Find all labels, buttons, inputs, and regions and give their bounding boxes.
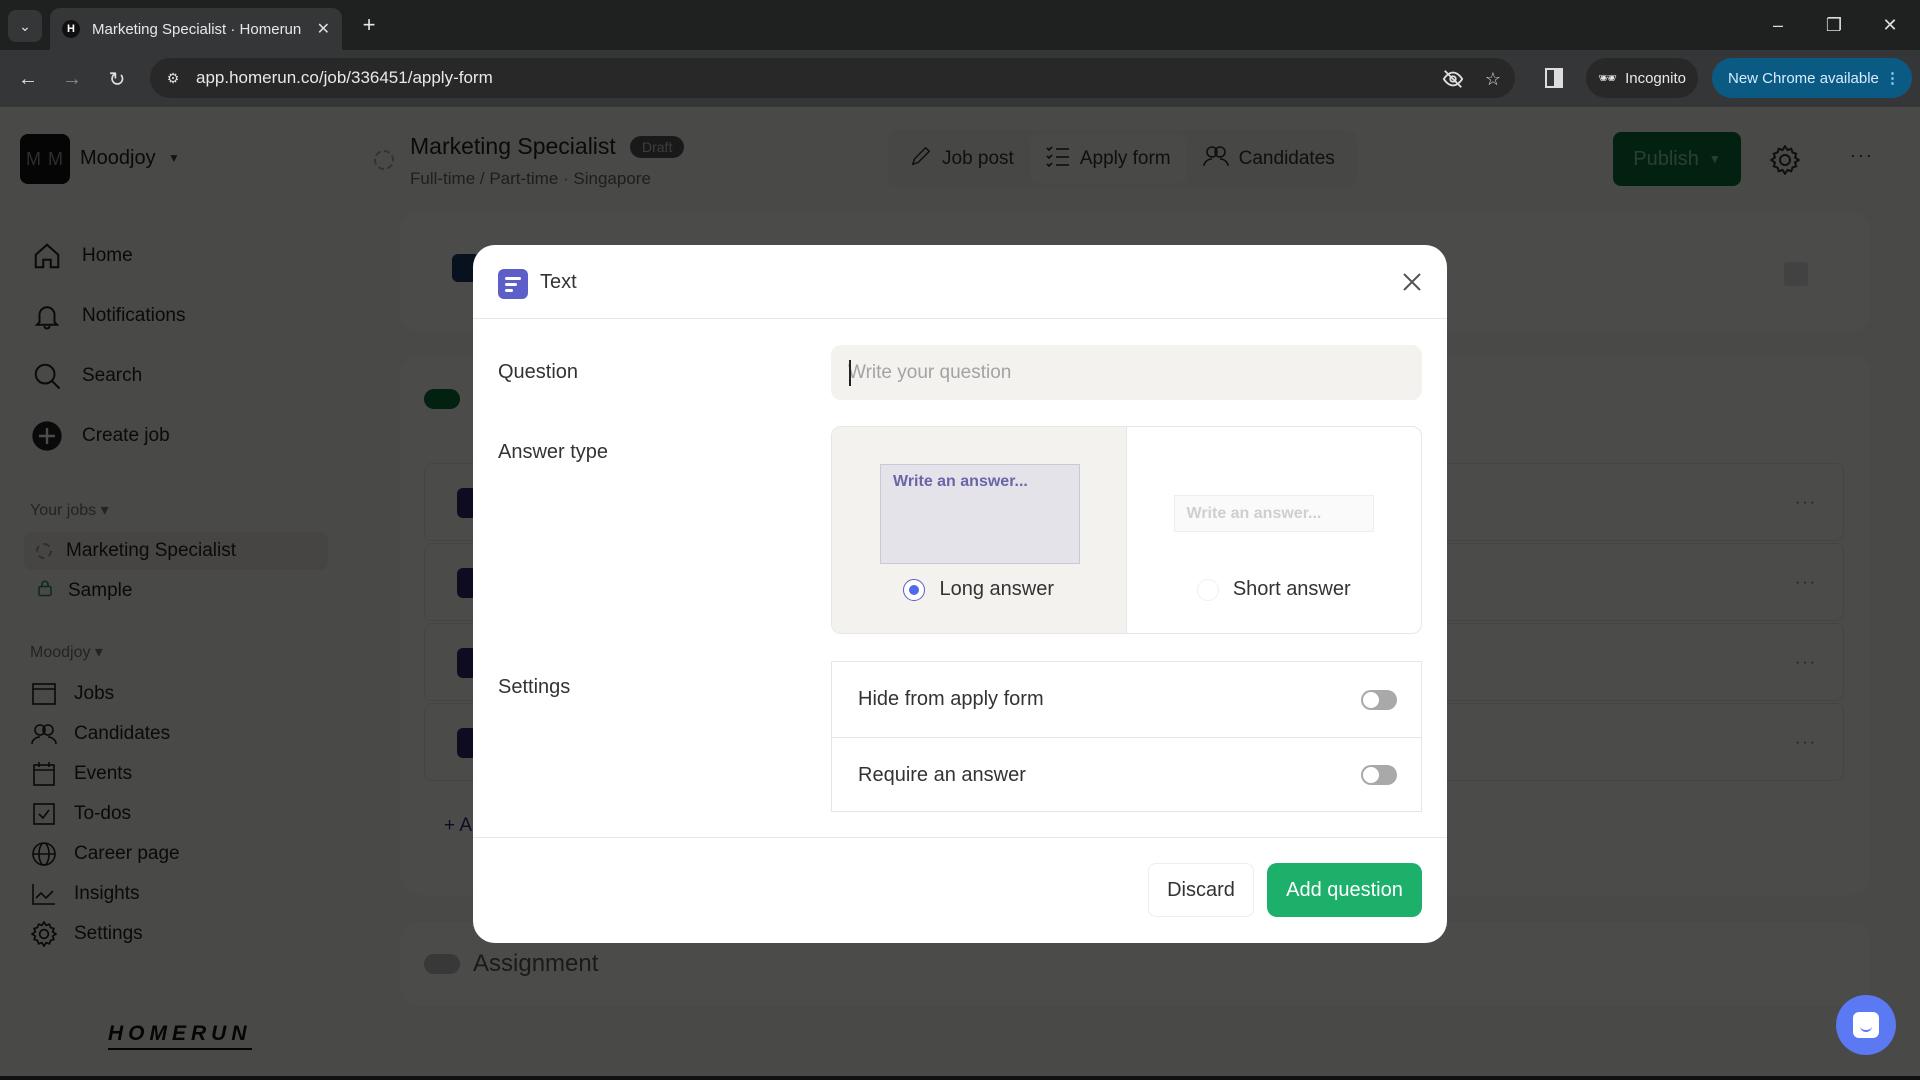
eye-off-icon[interactable]: [1440, 66, 1466, 92]
site-info-icon[interactable]: ⚙: [162, 67, 184, 89]
long-answer-preview: Write an answer...: [880, 464, 1080, 564]
short-answer-preview: Write an answer...: [1173, 495, 1374, 532]
forward-icon[interactable]: →: [56, 63, 88, 95]
bookmark-star-icon[interactable]: ☆: [1480, 66, 1506, 92]
text-type-icon: [498, 269, 528, 299]
incognito-indicator[interactable]: 🕶 Incognito: [1586, 58, 1698, 98]
chevron-down-icon: ⌄: [19, 17, 31, 34]
update-label: New Chrome available: [1728, 69, 1879, 87]
settings-box: Hide from apply form Require an answer: [831, 661, 1422, 812]
setting-hide-from-apply-form: Hide from apply form: [832, 662, 1421, 737]
incognito-label: Incognito: [1625, 69, 1686, 87]
homerun-favicon-icon: H: [62, 20, 80, 38]
setting-label: Hide from apply form: [858, 688, 1044, 710]
tab-title: Marketing Specialist · Homerun: [92, 20, 302, 38]
setting-label: Require an answer: [858, 763, 1026, 786]
browser-tab[interactable]: H Marketing Specialist · Homerun ✕: [50, 8, 342, 50]
dialog-header: Text: [473, 245, 1447, 319]
discard-button[interactable]: Discard: [1148, 863, 1254, 917]
close-tab-icon[interactable]: ✕: [317, 19, 330, 39]
add-question-button[interactable]: Add question: [1267, 863, 1422, 917]
browser-tab-bar: ⌄ H Marketing Specialist · Homerun ✕ + –…: [0, 0, 1920, 50]
answer-type-selector: Write an answer... Long answer Write an …: [831, 426, 1422, 634]
address-bar-row: ← → ↻ ⚙ app.homerun.co/job/336451/apply-…: [0, 50, 1920, 107]
short-answer-label: Short answer: [1232, 578, 1351, 600]
answer-option-long[interactable]: Write an answer... Long answer: [832, 427, 1127, 633]
setting-require-answer: Require an answer: [832, 737, 1421, 812]
answer-type-label: Answer type: [498, 441, 609, 463]
restore-icon[interactable]: ❐: [1814, 10, 1854, 40]
close-icon[interactable]: [1399, 269, 1425, 295]
settings-label: Settings: [498, 676, 571, 698]
long-answer-label: Long answer: [939, 578, 1055, 600]
text-question-dialog: Text Question Answer type Write an answe…: [473, 245, 1447, 943]
short-answer-radio[interactable]: [1196, 578, 1219, 601]
url-text[interactable]: app.homerun.co/job/336451/apply-form: [196, 68, 493, 88]
hide-from-apply-form-toggle[interactable]: [1361, 689, 1397, 710]
address-bar[interactable]: ⚙ app.homerun.co/job/336451/apply-form ☆: [150, 58, 1515, 98]
long-answer-radio[interactable]: [903, 578, 926, 601]
chat-support-button[interactable]: [1836, 995, 1896, 1055]
dialog-title: Text: [540, 271, 577, 293]
minimize-icon[interactable]: –: [1758, 10, 1798, 40]
back-icon[interactable]: ←: [12, 63, 44, 95]
close-window-icon[interactable]: ✕: [1870, 10, 1910, 40]
new-chrome-available-button[interactable]: New Chrome available ⋮: [1712, 58, 1912, 98]
question-input[interactable]: [831, 345, 1422, 400]
assignment-label: Assignment: [473, 950, 599, 977]
answer-option-short[interactable]: Write an answer... Short answer: [1127, 427, 1422, 633]
incognito-icon: 🕶: [1598, 70, 1618, 87]
dialog-footer-divider: [473, 837, 1447, 838]
new-tab-button[interactable]: +: [354, 10, 384, 40]
chat-bubble-icon: [1853, 1012, 1879, 1038]
taskbar-edge: [0, 1076, 1920, 1080]
tab-search-button[interactable]: ⌄: [8, 10, 42, 42]
require-answer-toggle[interactable]: [1361, 765, 1397, 785]
reload-icon[interactable]: ↻: [101, 63, 133, 95]
side-panel-icon[interactable]: [1538, 62, 1570, 94]
text-cursor: [849, 360, 851, 386]
menu-dots-icon[interactable]: ⋮: [1885, 69, 1900, 87]
question-label: Question: [498, 361, 579, 383]
